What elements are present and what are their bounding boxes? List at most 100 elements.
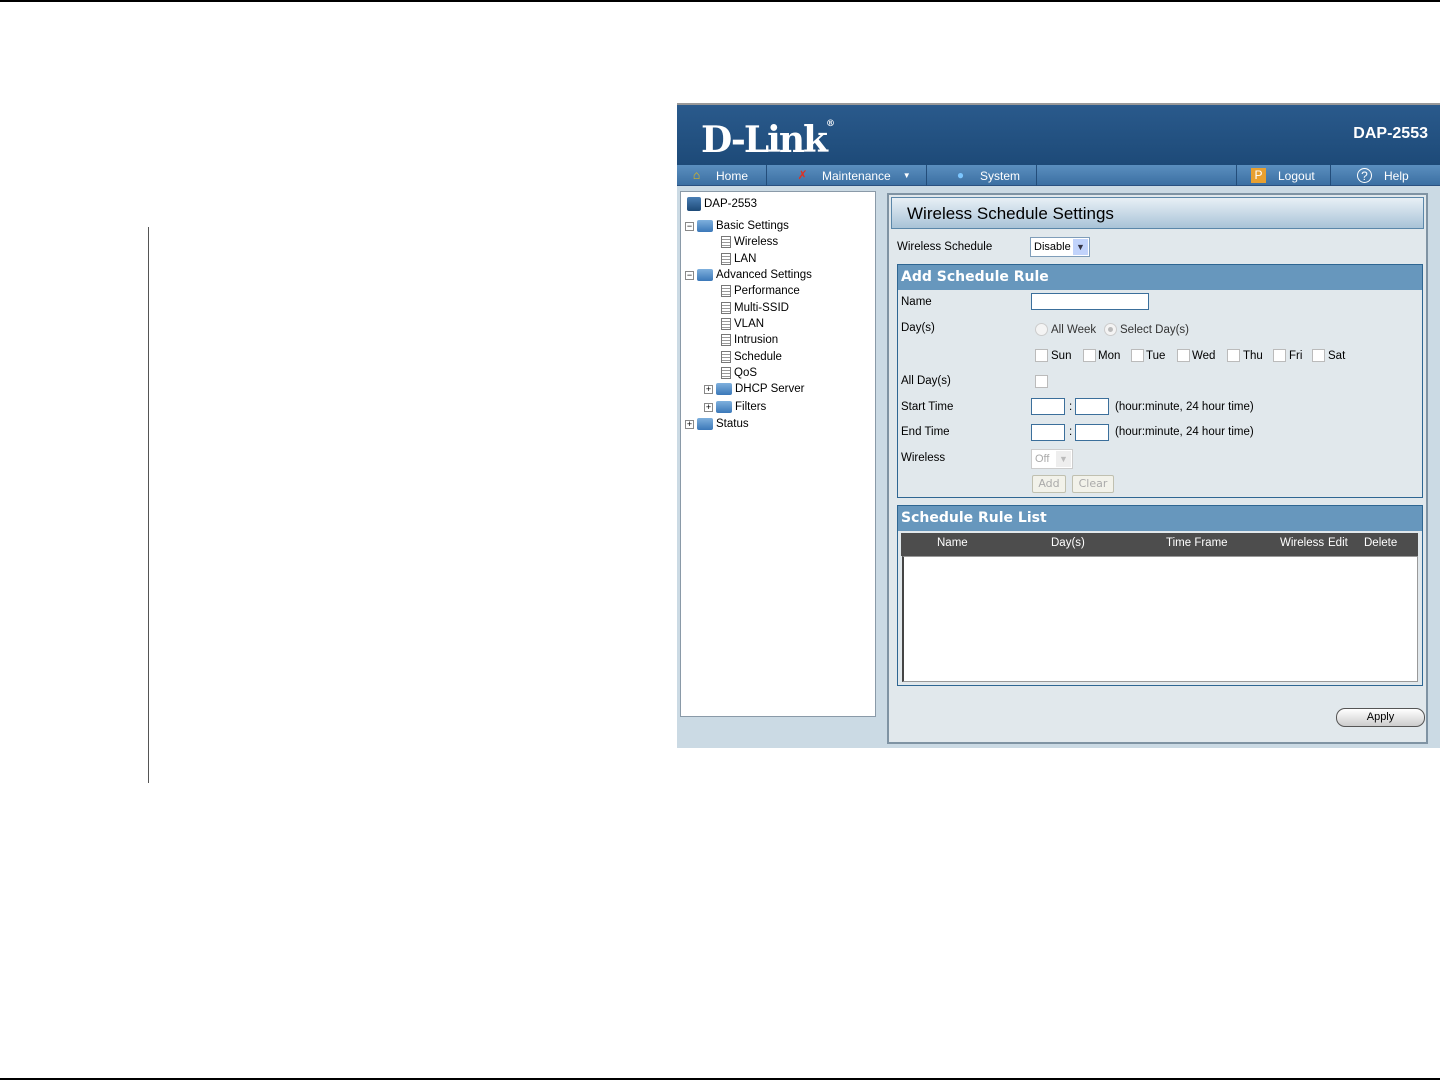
folder-icon <box>716 401 732 413</box>
schedule-rule-list-section: Schedule Rule List Name Day(s) Time Fram… <box>897 505 1423 686</box>
main-panel: Wireless Schedule Settings Wireless Sche… <box>887 193 1428 744</box>
day-checkbox-thu[interactable] <box>1227 349 1240 362</box>
logout-icon: P <box>1251 168 1266 183</box>
end-time-label: End Time <box>901 426 950 438</box>
time-separator: : <box>1069 401 1073 413</box>
folder-open-icon <box>697 269 713 281</box>
nav-maintenance-label: Maintenance <box>822 168 891 183</box>
day-checkbox-fri[interactable] <box>1273 349 1286 362</box>
select-days-radio[interactable] <box>1104 323 1117 336</box>
day-label: Thu <box>1243 350 1263 362</box>
tree-schedule[interactable]: Schedule <box>721 351 782 363</box>
header-banner: D-Link® DAP-2553 <box>677 105 1440 165</box>
page-icon <box>721 334 731 346</box>
tree-label: Performance <box>734 285 800 297</box>
tree-label: DAP-2553 <box>704 198 758 210</box>
day-checkbox-sun[interactable] <box>1035 349 1048 362</box>
select-value: Off <box>1035 453 1050 465</box>
help-icon: ? <box>1357 168 1372 183</box>
apply-button[interactable]: Apply <box>1336 708 1425 727</box>
tree-filters[interactable]: + Filters <box>704 401 766 413</box>
tree-label: LAN <box>734 253 757 265</box>
tree-vlan[interactable]: VLAN <box>721 318 764 330</box>
folder-open-icon <box>697 220 713 232</box>
tree-status[interactable]: + Status <box>685 418 749 430</box>
tree-label: Schedule <box>734 351 782 363</box>
nav-maintenance[interactable]: ✗ Maintenance ▼ <box>767 165 927 186</box>
end-hour-input[interactable] <box>1031 424 1065 441</box>
start-minute-input[interactable] <box>1075 398 1109 415</box>
tree-multi-ssid[interactable]: Multi-SSID <box>721 302 789 314</box>
tree-qos[interactable]: QoS <box>721 367 757 379</box>
section-header: Add Schedule Rule <box>898 265 1422 290</box>
all-week-radio[interactable] <box>1035 323 1048 336</box>
tree-label: Multi-SSID <box>734 302 789 314</box>
nav-tree: DAP-2553 − Basic Settings Wireless LAN − A… <box>680 191 876 717</box>
page-icon <box>721 236 731 248</box>
day-checkbox-tue[interactable] <box>1131 349 1144 362</box>
start-hour-input[interactable] <box>1031 398 1065 415</box>
tree-label: Filters <box>735 401 767 413</box>
tree-advanced-settings[interactable]: − Advanced Settings <box>685 269 812 281</box>
select-days-label: Select Day(s) <box>1120 324 1190 336</box>
folder-icon <box>716 383 732 395</box>
router-web-ui: D-Link® DAP-2553 ⌂ Home ✗ Maintenance ▼ ● Sy… <box>677 103 1440 748</box>
nav-home[interactable]: ⌂ Home <box>677 165 767 186</box>
tree-lan[interactable]: LAN <box>721 253 756 265</box>
tree-label: Wireless <box>734 236 779 248</box>
collapse-icon[interactable]: − <box>685 270 694 280</box>
nav-logout[interactable]: P Logout <box>1236 165 1331 186</box>
expand-icon[interactable]: + <box>704 402 713 412</box>
page-bottom-rule <box>0 1078 1440 1080</box>
tree-wireless[interactable]: Wireless <box>721 236 778 248</box>
expand-icon[interactable]: + <box>704 384 713 394</box>
tree-intrusion[interactable]: Intrusion <box>721 334 778 346</box>
tree-label: Advanced Settings <box>716 269 812 281</box>
day-label: Fri <box>1289 350 1303 362</box>
tree-performance[interactable]: Performance <box>721 285 800 297</box>
tree-basic-settings[interactable]: − Basic Settings <box>685 220 789 232</box>
all-days-label: All Day(s) <box>901 375 951 387</box>
page-icon <box>721 253 731 265</box>
nav-system[interactable]: ● System <box>927 165 1037 186</box>
tree-dhcp-server[interactable]: + DHCP Server <box>704 383 804 395</box>
wireless-schedule-label: Wireless Schedule <box>897 241 993 253</box>
page-icon <box>721 351 731 363</box>
clear-button[interactable]: Clear <box>1072 475 1114 493</box>
end-minute-input[interactable] <box>1075 424 1109 441</box>
add-button[interactable]: Add <box>1032 475 1066 493</box>
wireless-select[interactable]: Off ▼ <box>1031 449 1073 469</box>
dlink-logo: D-Link® <box>701 119 835 161</box>
model-name: DAP-2553 <box>1353 125 1428 142</box>
all-days-checkbox[interactable] <box>1035 375 1048 388</box>
start-time-label: Start Time <box>901 401 954 413</box>
home-icon: ⌂ <box>692 168 701 182</box>
wireless-schedule-select[interactable]: Disable ▼ <box>1030 237 1090 257</box>
collapse-icon[interactable]: − <box>685 221 694 231</box>
top-nav: ⌂ Home ✗ Maintenance ▼ ● System P Logout ? Hel… <box>677 165 1440 186</box>
tree-root[interactable]: DAP-2553 <box>687 197 757 211</box>
day-checkbox-wed[interactable] <box>1177 349 1190 362</box>
add-schedule-rule-section: Add Schedule Rule Name Day(s) All Week S… <box>897 264 1423 498</box>
expand-icon[interactable]: + <box>685 419 694 429</box>
time-hint: (hour:minute, 24 hour time) <box>1115 426 1254 438</box>
day-label: Sun <box>1051 350 1072 362</box>
tools-icon: ✗ <box>797 168 808 182</box>
wireless-label: Wireless <box>901 452 946 464</box>
name-label: Name <box>901 296 932 308</box>
nav-help-label: Help <box>1384 168 1409 183</box>
rule-table-header: Name Day(s) Time Frame Wireless Edit Del… <box>901 533 1418 556</box>
day-label: Tue <box>1146 350 1166 362</box>
day-checkbox-sat[interactable] <box>1312 349 1325 362</box>
name-input[interactable] <box>1031 293 1149 310</box>
tree-label: Intrusion <box>734 334 779 346</box>
tree-label: DHCP Server <box>735 383 805 395</box>
section-header: Schedule Rule List <box>898 506 1422 531</box>
nav-help[interactable]: ? Help <box>1331 165 1440 186</box>
page-icon <box>721 318 731 330</box>
day-checkbox-mon[interactable] <box>1083 349 1096 362</box>
tree-label: Basic Settings <box>716 220 789 232</box>
tree-label: Status <box>716 418 749 430</box>
computer-icon <box>687 197 701 211</box>
dropdown-arrow-icon: ▼ <box>902 171 911 180</box>
